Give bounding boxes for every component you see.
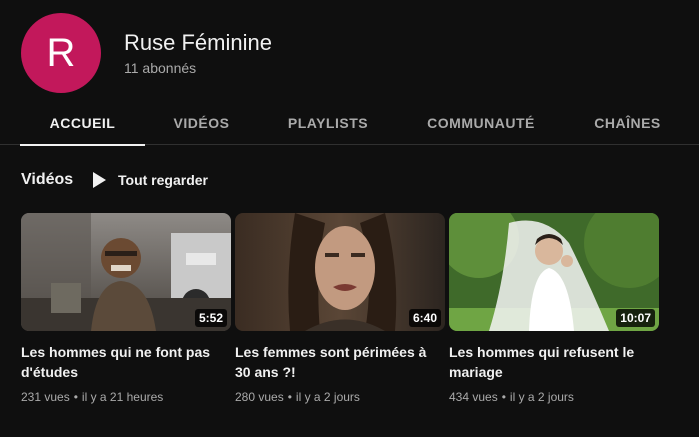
video-card[interactable]: 10:07 Les hommes qui refusent le mariage… bbox=[449, 213, 659, 404]
video-meta: 434 vues • il y a 2 jours bbox=[449, 390, 659, 404]
channel-tabs: ACCUEIL VIDÉOS PLAYLISTS COMMUNAUTÉ CHAÎ… bbox=[0, 100, 699, 146]
video-title[interactable]: Les femmes sont périmées à 30 ans ?! bbox=[235, 342, 440, 382]
avatar-letter: R bbox=[46, 30, 76, 75]
upload-age: il y a 2 jours bbox=[509, 390, 574, 404]
videos-section-header: Vidéos Tout regarder bbox=[21, 168, 208, 192]
tab-videos[interactable]: VIDÉOS bbox=[145, 100, 258, 145]
video-meta: 280 vues • il y a 2 jours bbox=[235, 390, 445, 404]
video-meta: 231 vues • il y a 21 heures bbox=[21, 390, 231, 404]
view-count: 434 vues bbox=[449, 390, 498, 404]
video-thumbnail[interactable]: 10:07 bbox=[449, 213, 659, 331]
play-icon bbox=[93, 172, 106, 188]
tab-playlists[interactable]: PLAYLISTS bbox=[258, 100, 398, 145]
meta-separator: • bbox=[287, 390, 292, 404]
meta-separator: • bbox=[501, 390, 506, 404]
video-card[interactable]: 6:40 Les femmes sont périmées à 30 ans ?… bbox=[235, 213, 445, 404]
channel-header: R Ruse Féminine 11 abonnés bbox=[0, 0, 699, 100]
video-thumbnail[interactable]: 6:40 bbox=[235, 213, 445, 331]
view-count: 231 vues bbox=[21, 390, 70, 404]
tab-accueil[interactable]: ACCUEIL bbox=[20, 100, 145, 146]
video-duration: 5:52 bbox=[194, 309, 227, 327]
video-card[interactable]: 5:52 Les hommes qui ne font pas d'études… bbox=[21, 213, 231, 404]
tab-chaines[interactable]: CHAÎNES bbox=[564, 100, 691, 145]
play-all-label: Tout regarder bbox=[118, 172, 208, 188]
video-title[interactable]: Les hommes qui refusent le mariage bbox=[449, 342, 654, 382]
video-duration: 6:40 bbox=[408, 309, 441, 327]
upload-age: il y a 2 jours bbox=[295, 390, 360, 404]
video-thumbnail[interactable]: 5:52 bbox=[21, 213, 231, 331]
subscriber-count: 11 abonnés bbox=[124, 60, 197, 76]
channel-name: Ruse Féminine bbox=[124, 30, 272, 55]
video-duration: 10:07 bbox=[616, 309, 655, 327]
video-title[interactable]: Les hommes qui ne font pas d'études bbox=[21, 342, 226, 382]
channel-avatar[interactable]: R bbox=[21, 13, 101, 93]
view-count: 280 vues bbox=[235, 390, 284, 404]
meta-separator: • bbox=[73, 390, 78, 404]
section-title: Vidéos bbox=[21, 171, 74, 188]
play-all-button[interactable]: Tout regarder bbox=[93, 168, 208, 192]
upload-age: il y a 21 heures bbox=[81, 390, 164, 404]
tab-communaute[interactable]: COMMUNAUTÉ bbox=[398, 100, 564, 145]
